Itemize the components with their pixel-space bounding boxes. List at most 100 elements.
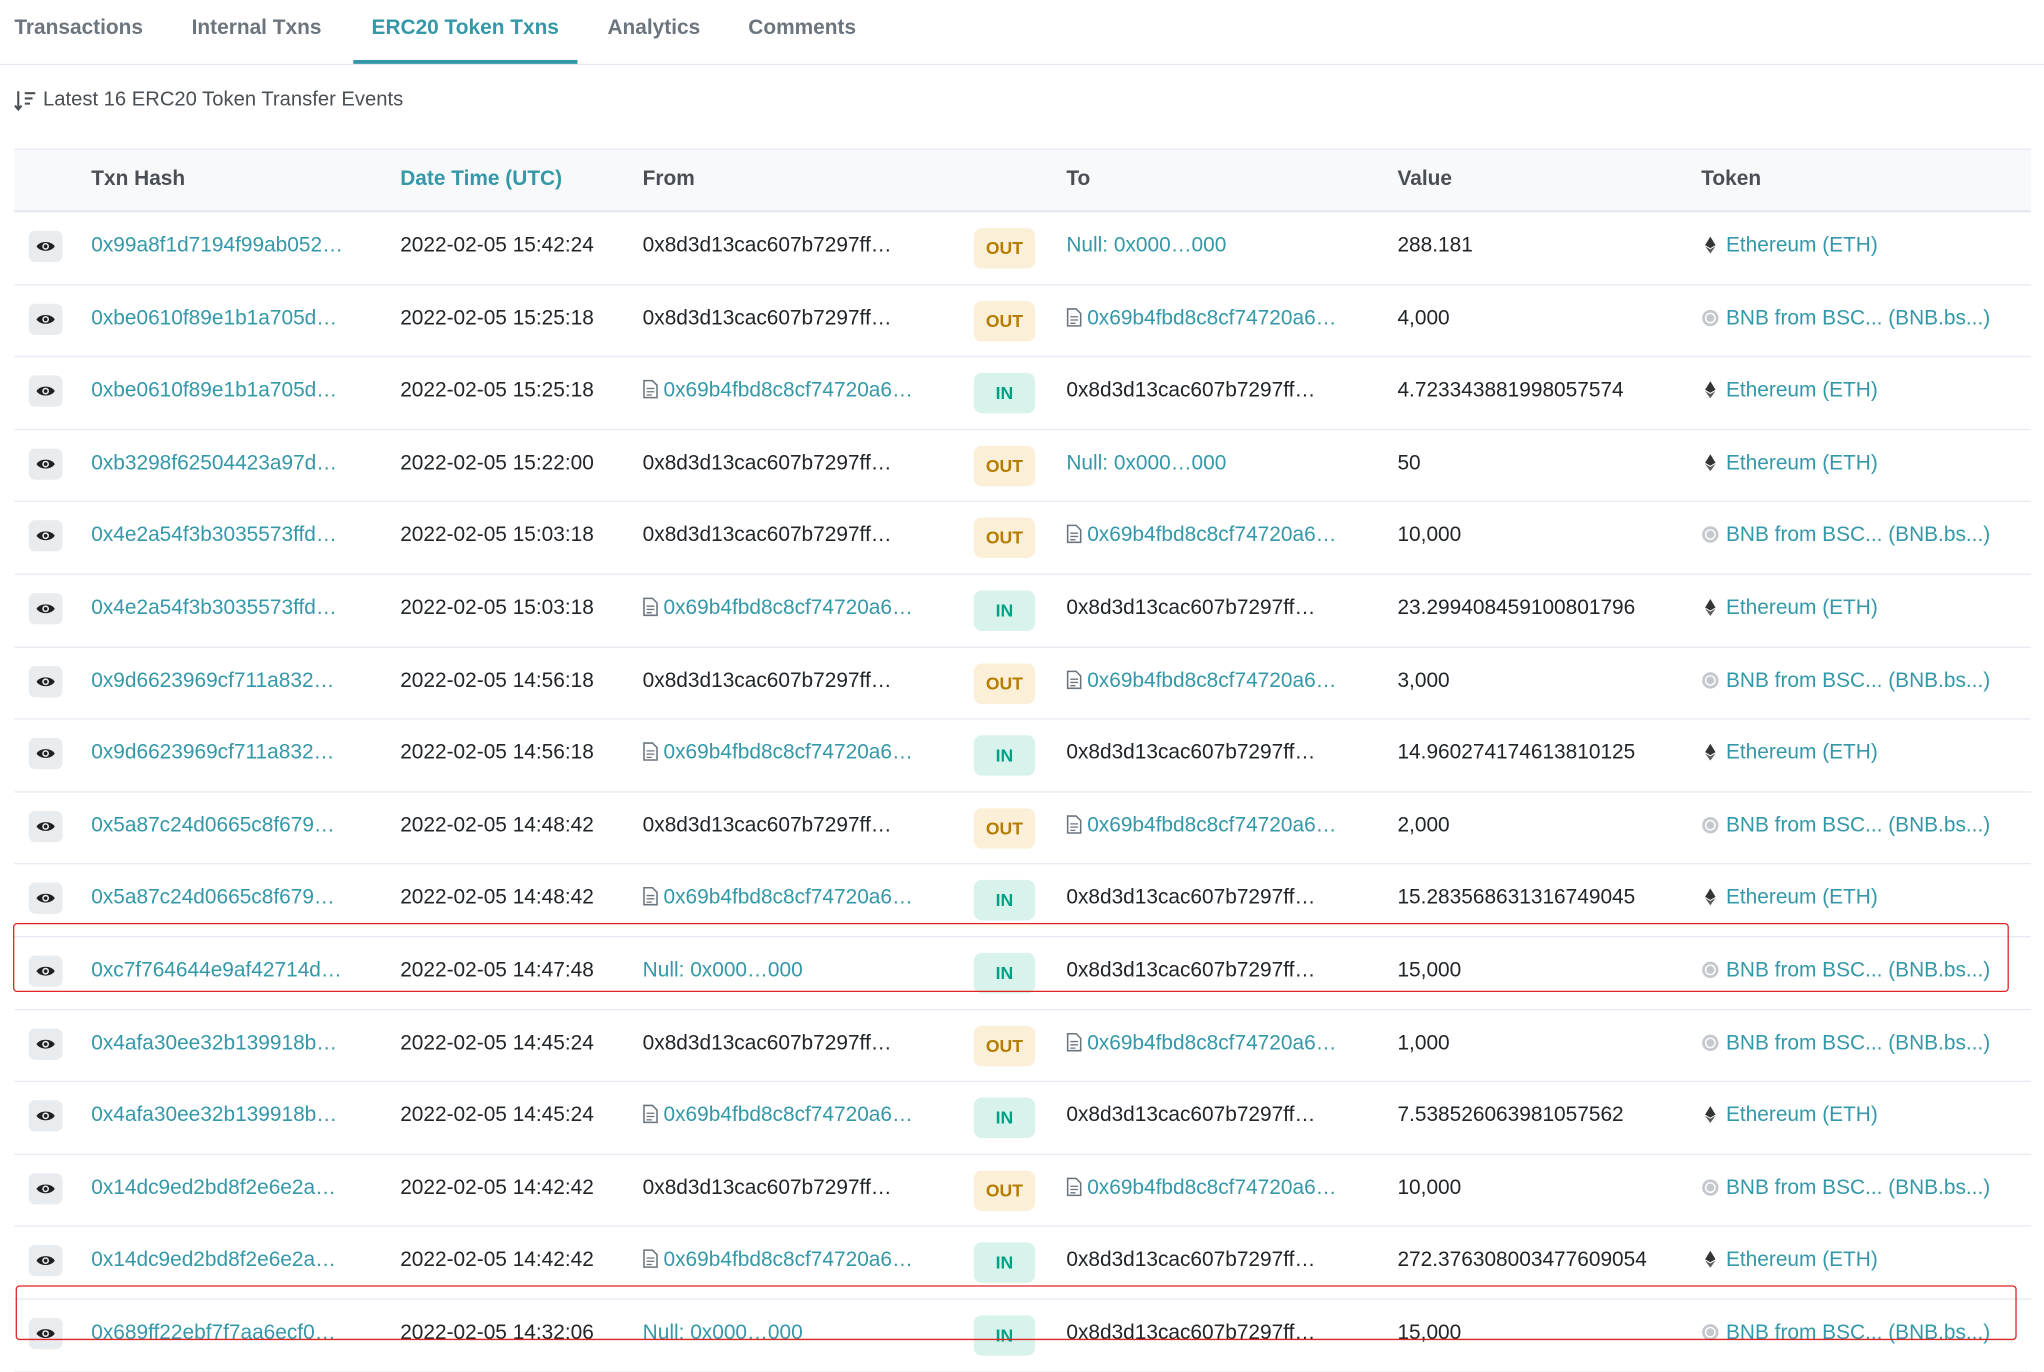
token-link[interactable]: Ethereum (ETH): [1726, 742, 1878, 764]
token-link[interactable]: BNB from BSC... (BNB.bs...): [1726, 1032, 1990, 1054]
token-link[interactable]: Ethereum (ETH): [1726, 887, 1878, 909]
token-link[interactable]: Ethereum (ETH): [1726, 235, 1878, 257]
from-address-text: 0x8d3d13cac607b7297ff…: [642, 1031, 892, 1055]
txn-hash-link[interactable]: 0x5a87c24d0665c8f679…: [91, 792, 352, 860]
eye-icon[interactable]: [28, 1172, 63, 1205]
from-address-link[interactable]: Null: 0x000…000: [643, 959, 803, 981]
txn-hash-link[interactable]: 0x4e2a54f3b3035573ffd…: [91, 502, 352, 570]
txn-hash-link[interactable]: 0xbe0610f89e1b1a705d…: [91, 357, 352, 425]
txn-hash-link[interactable]: 0x5a87c24d0665c8f679…: [91, 865, 352, 933]
to-address-link[interactable]: Null: 0x000…000: [1066, 235, 1226, 257]
out-badge: OUT: [973, 1025, 1036, 1066]
to-address-link[interactable]: 0x69b4fbd8c8cf74720a6…: [1087, 1177, 1336, 1199]
to-address: 0x8d3d13cac607b7297ff…: [1066, 937, 1372, 1005]
eye-icon[interactable]: [28, 1027, 63, 1060]
txn-hash-link[interactable]: 0x689ff22ebf7f7aa6ecf0…: [91, 1300, 352, 1368]
tab-comments[interactable]: Comments: [748, 0, 856, 64]
tab-analytics[interactable]: Analytics: [607, 0, 700, 64]
txn-hash-link[interactable]: 0x99a8f1d7194f99ab052…: [91, 212, 352, 280]
from-address-link[interactable]: 0x69b4fbd8c8cf74720a6…: [664, 1249, 913, 1271]
txn-hash-link[interactable]: 0x9d6623969cf711a832…: [91, 647, 352, 715]
from-address-link[interactable]: 0x69b4fbd8c8cf74720a6…: [664, 742, 913, 764]
from-address-link[interactable]: 0x69b4fbd8c8cf74720a6…: [664, 1104, 913, 1126]
table-row: 0x14dc9ed2bd8f2e6e2a… 2022-02-05 14:42:42…: [14, 1227, 2032, 1300]
to-address: 0x69b4fbd8c8cf74720a6…: [1066, 1010, 1372, 1078]
token-link[interactable]: BNB from BSC... (BNB.bs...): [1726, 307, 1990, 329]
eye-icon[interactable]: [28, 665, 63, 697]
tab-erc20-token-txns[interactable]: ERC20 Token Txns: [372, 0, 559, 64]
out-badge: OUT: [973, 445, 1036, 486]
ethereum-icon: [1705, 743, 1716, 761]
from-address: 0x8d3d13cac607b7297ff…: [643, 285, 956, 353]
token-link[interactable]: BNB from BSC... (BNB.bs...): [1726, 1177, 1990, 1199]
ethereum-icon: [1705, 236, 1716, 254]
txn-hash-link[interactable]: 0x14dc9ed2bd8f2e6e2a…: [91, 1155, 352, 1223]
from-address-link[interactable]: 0x69b4fbd8c8cf74720a6…: [664, 597, 913, 619]
eye-icon[interactable]: [28, 738, 63, 770]
eye-icon[interactable]: [28, 810, 63, 842]
tab-transactions[interactable]: Transactions: [14, 0, 143, 64]
tab-internal-txns[interactable]: Internal Txns: [192, 0, 322, 64]
to-address: 0x8d3d13cac607b7297ff…: [1066, 720, 1372, 788]
to-address: Null: 0x000…000: [1066, 212, 1372, 280]
eye-icon[interactable]: [28, 1317, 63, 1350]
eye-icon[interactable]: [28, 1100, 63, 1132]
token-link[interactable]: BNB from BSC... (BNB.bs...): [1726, 959, 1990, 981]
from-address-link[interactable]: Null: 0x000…000: [643, 1322, 803, 1344]
to-address-link[interactable]: Null: 0x000…000: [1066, 452, 1226, 474]
token: Ethereum (ETH): [1701, 720, 1878, 788]
token-link[interactable]: Ethereum (ETH): [1726, 452, 1878, 474]
in-badge: IN: [973, 1242, 1036, 1284]
eye-icon[interactable]: [28, 955, 63, 987]
from-address-link[interactable]: 0x69b4fbd8c8cf74720a6…: [664, 887, 913, 909]
txn-hash-link[interactable]: 0x4afa30ee32b139918b…: [91, 1082, 352, 1150]
txn-hash-link[interactable]: 0x9d6623969cf711a832…: [91, 720, 352, 788]
table-row: 0x4afa30ee32b139918b… 2022-02-05 14:45:24…: [14, 1082, 2032, 1155]
txn-hash-link[interactable]: 0x14dc9ed2bd8f2e6e2a…: [91, 1227, 352, 1295]
eye-icon[interactable]: [28, 882, 63, 915]
column-header-date-time[interactable]: Date Time (UTC): [400, 150, 562, 210]
table-row: 0xb3298f62504423a97d… 2022-02-05 15:22:00…: [14, 430, 2032, 503]
token: BNB from BSC... (BNB.bs...): [1701, 937, 1990, 1005]
to-address-text: 0x8d3d13cac607b7297ff…: [1066, 886, 1316, 910]
eye-icon[interactable]: [28, 448, 63, 480]
txn-hash-link[interactable]: 0xb3298f62504423a97d…: [91, 430, 352, 498]
file-contract-icon: [1066, 307, 1082, 327]
eye-icon[interactable]: [28, 520, 63, 552]
eye-icon[interactable]: [28, 303, 63, 335]
date-time: 2022-02-05 15:25:18: [400, 379, 594, 402]
from-address-link[interactable]: 0x69b4fbd8c8cf74720a6…: [664, 380, 913, 402]
token: Ethereum (ETH): [1701, 212, 1878, 280]
from-address-text: 0x8d3d13cac607b7297ff…: [642, 452, 892, 475]
to-address-link[interactable]: 0x69b4fbd8c8cf74720a6…: [1087, 814, 1336, 836]
eye-icon[interactable]: [28, 375, 63, 407]
token-link[interactable]: Ethereum (ETH): [1726, 597, 1878, 619]
token-link[interactable]: Ethereum (ETH): [1726, 1104, 1878, 1126]
table-row: 0xbe0610f89e1b1a705d… 2022-02-05 15:25:18…: [14, 357, 2032, 430]
from-address: 0x8d3d13cac607b7297ff…: [643, 647, 956, 715]
date-time: 2022-02-05 14:48:42: [400, 886, 594, 910]
txn-hash-link[interactable]: 0xbe0610f89e1b1a705d…: [91, 285, 352, 353]
to-address-link[interactable]: 0x69b4fbd8c8cf74720a6…: [1087, 1032, 1336, 1054]
to-address-link[interactable]: 0x69b4fbd8c8cf74720a6…: [1087, 669, 1336, 691]
to-address: 0x8d3d13cac607b7297ff…: [1066, 357, 1372, 425]
eye-icon[interactable]: [28, 1245, 63, 1277]
txn-hash-link[interactable]: 0xc7f764644e9af42714d…: [91, 937, 352, 1005]
eye-icon[interactable]: [28, 230, 63, 263]
token-link[interactable]: Ethereum (ETH): [1726, 1249, 1878, 1271]
to-address-link[interactable]: 0x69b4fbd8c8cf74720a6…: [1087, 525, 1336, 547]
token-link[interactable]: BNB from BSC... (BNB.bs...): [1726, 525, 1990, 547]
out-badge: OUT: [973, 300, 1036, 342]
token-link[interactable]: BNB from BSC... (BNB.bs...): [1726, 669, 1990, 691]
token-link[interactable]: BNB from BSC... (BNB.bs...): [1726, 814, 1990, 836]
txn-hash-link[interactable]: 0x4afa30ee32b139918b…: [91, 1010, 352, 1078]
ethereum-icon: [1705, 598, 1716, 616]
txn-hash-link[interactable]: 0x4e2a54f3b3035573ffd…: [91, 575, 352, 643]
eye-icon[interactable]: [28, 593, 63, 625]
bnb-token-icon: [1702, 1179, 1719, 1196]
to-address: Null: 0x000…000: [1066, 430, 1372, 498]
token-link[interactable]: Ethereum (ETH): [1726, 380, 1878, 402]
to-address-link[interactable]: 0x69b4fbd8c8cf74720a6…: [1087, 307, 1336, 329]
token-link[interactable]: BNB from BSC... (BNB.bs...): [1726, 1322, 1990, 1344]
date-time: 2022-02-05 15:42:24: [400, 234, 594, 257]
